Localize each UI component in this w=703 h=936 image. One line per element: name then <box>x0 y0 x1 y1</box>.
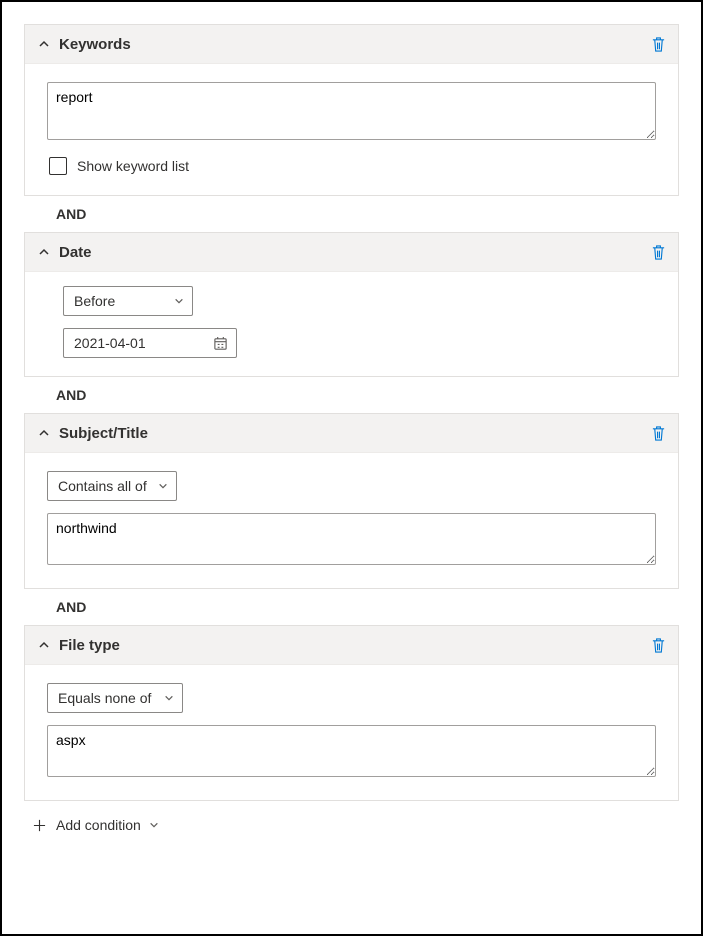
date-operator-dropdown[interactable]: Before <box>63 286 193 316</box>
chevron-up-icon[interactable] <box>37 245 51 259</box>
show-keyword-list-checkbox[interactable] <box>49 157 67 175</box>
chevron-down-icon <box>149 820 159 830</box>
operator-and: AND <box>24 377 679 413</box>
date-condition-card: Date Before 2021-04-01 <box>24 232 679 377</box>
subject-operator-dropdown[interactable]: Contains all of <box>47 471 177 501</box>
operator-and: AND <box>24 589 679 625</box>
date-operator-value: Before <box>74 293 115 309</box>
subject-condition-card: Subject/Title Contains all of <box>24 413 679 589</box>
operator-and: AND <box>24 196 679 232</box>
chevron-up-icon[interactable] <box>37 638 51 652</box>
calendar-icon <box>213 336 228 351</box>
keywords-title: Keywords <box>59 36 650 53</box>
keywords-header: Keywords <box>25 25 678 64</box>
add-condition-button[interactable]: Add condition <box>24 801 679 833</box>
keywords-condition-card: Keywords Show keyword list <box>24 24 679 196</box>
filetype-body: Equals none of <box>25 665 678 800</box>
trash-icon[interactable] <box>650 636 666 654</box>
subject-title: Subject/Title <box>59 425 650 442</box>
trash-icon[interactable] <box>650 35 666 53</box>
chevron-up-icon[interactable] <box>37 426 51 440</box>
filetype-operator-value: Equals none of <box>58 690 151 706</box>
date-value: 2021-04-01 <box>74 335 146 351</box>
show-keyword-list-label[interactable]: Show keyword list <box>77 158 189 174</box>
plus-icon <box>32 818 46 832</box>
subject-body: Contains all of <box>25 453 678 588</box>
subject-input[interactable] <box>47 513 656 565</box>
add-condition-label: Add condition <box>56 817 141 833</box>
filetype-condition-card: File type Equals none of <box>24 625 679 801</box>
filetype-header: File type <box>25 626 678 665</box>
date-input[interactable]: 2021-04-01 <box>63 328 237 358</box>
show-keyword-list-row: Show keyword list <box>49 157 656 175</box>
chevron-down-icon <box>174 296 184 306</box>
date-body: Before 2021-04-01 <box>25 272 678 376</box>
chevron-down-icon <box>164 693 174 703</box>
date-header: Date <box>25 233 678 272</box>
keywords-body: Show keyword list <box>25 64 678 195</box>
subject-header: Subject/Title <box>25 414 678 453</box>
date-title: Date <box>59 244 650 261</box>
subject-operator-value: Contains all of <box>58 478 147 494</box>
filetype-operator-dropdown[interactable]: Equals none of <box>47 683 183 713</box>
trash-icon[interactable] <box>650 424 666 442</box>
filetype-title: File type <box>59 637 650 654</box>
chevron-down-icon <box>158 481 168 491</box>
trash-icon[interactable] <box>650 243 666 261</box>
keywords-input[interactable] <box>47 82 656 140</box>
filetype-input[interactable] <box>47 725 656 777</box>
chevron-up-icon[interactable] <box>37 37 51 51</box>
